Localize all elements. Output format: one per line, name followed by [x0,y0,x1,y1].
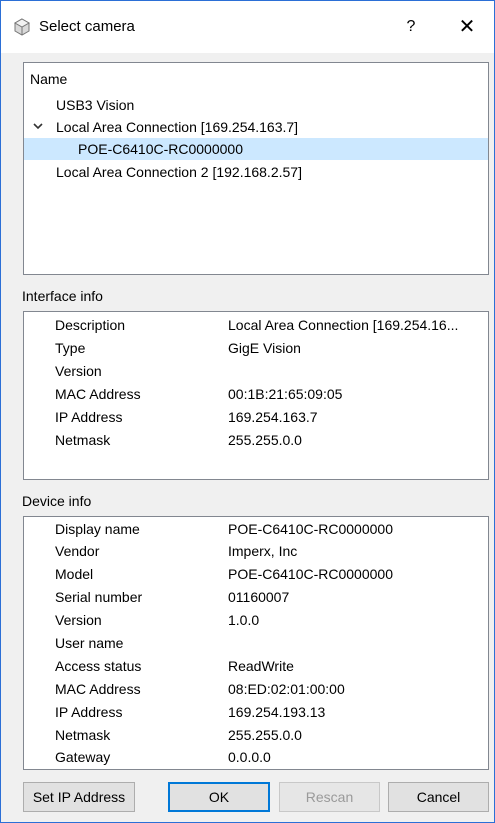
info-value: 255.255.0.0 [228,432,302,448]
info-value: Local Area Connection [169.254.16... [228,317,459,333]
info-key: Vendor [55,543,100,559]
set-ip-address-button[interactable]: Set IP Address [23,782,135,812]
info-key: Description [55,317,126,333]
info-key: Netmask [55,727,111,743]
info-key: Version [55,363,102,379]
tree-item-local-area-connection[interactable]: Local Area Connection [169.254.163.7] [56,116,298,138]
camera-tree[interactable]: Name USB3 Vision Local Area Connection [… [23,62,489,275]
info-value: 01160007 [228,589,290,605]
info-key: Version [55,612,102,628]
info-value: POE-C6410C-RC0000000 [228,566,393,582]
info-value: 00:1B:21:65:09:05 [228,386,343,402]
info-value: 08:ED:02:01:00:00 [228,681,345,697]
tree-item-usb3-vision[interactable]: USB3 Vision [56,94,134,116]
info-key: Display name [55,521,140,537]
close-button[interactable]: ✕ [449,11,485,43]
info-key: Type [55,340,86,356]
info-value: Imperx, Inc [228,543,298,559]
help-button[interactable]: ? [393,11,429,43]
info-value: POE-C6410C-RC0000000 [228,521,393,537]
device-info-panel: Display name POE-C6410C-RC0000000 Vendor… [23,516,489,770]
info-value: 169.254.163.7 [228,409,318,425]
tree-column-header: Name [30,71,68,87]
info-value: 0.0.0.0 [228,749,271,765]
info-key: MAC Address [55,681,141,697]
info-key: MAC Address [55,386,141,402]
info-key: IP Address [55,704,123,720]
tree-item-camera-selected[interactable]: POE-C6410C-RC0000000 [24,138,488,160]
tree-item-label: POE-C6410C-RC0000000 [78,141,243,157]
chevron-down-icon[interactable] [32,120,44,132]
interface-info-panel: Description Local Area Connection [169.2… [23,311,489,480]
device-info-label: Device info [22,493,92,509]
tree-item-label: USB3 Vision [56,97,135,113]
info-key: User name [55,635,124,651]
info-key: Gateway [55,749,111,765]
interface-info-label: Interface info [22,288,103,304]
info-value: ReadWrite [228,658,294,674]
info-key: Netmask [55,432,111,448]
info-value: 1.0.0 [228,612,260,628]
info-key: Access status [55,658,142,674]
tree-item-label: Local Area Connection 2 [192.168.2.57] [56,164,302,180]
info-key: Serial number [55,589,143,605]
rescan-button[interactable]: Rescan [279,782,380,812]
ok-button[interactable]: OK [168,782,270,812]
tree-item-local-area-connection-2[interactable]: Local Area Connection 2 [192.168.2.57] [56,161,302,183]
info-key: Model [55,566,94,582]
title-bar: Select camera ? ✕ [1,1,494,53]
window-title: Select camera [39,18,135,35]
info-key: IP Address [55,409,123,425]
camera-app-icon [13,18,31,36]
info-value: GigE Vision [228,340,301,356]
info-value: 169.254.193.13 [228,704,326,720]
info-value: 255.255.0.0 [228,727,302,743]
cancel-button[interactable]: Cancel [388,782,489,812]
select-camera-dialog: Select camera ? ✕ Name USB3 Vision Local… [0,0,495,823]
tree-item-label: Local Area Connection [169.254.163.7] [56,119,299,135]
